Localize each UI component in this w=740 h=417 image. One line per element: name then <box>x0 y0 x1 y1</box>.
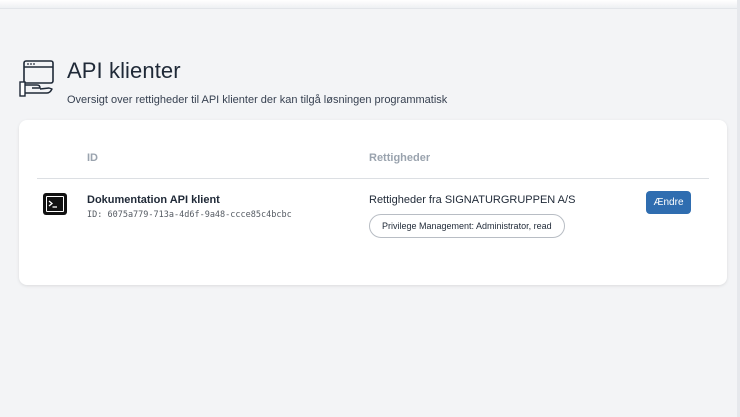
rights-text: Rettigheder fra SIGNATURGRUPPEN A/S <box>369 194 576 206</box>
column-header-rights: Rettigheder <box>369 152 431 164</box>
page-title: API klienter <box>67 58 181 83</box>
edit-button[interactable]: Ændre <box>646 191 691 214</box>
api-window-hand-icon <box>19 58 55 98</box>
column-header-id: ID <box>87 152 98 164</box>
terminal-icon <box>43 193 67 215</box>
privilege-badge: Privilege Management: Administrator, rea… <box>369 214 565 238</box>
client-id: ID: 6075a779-713a-4d6f-9a48-ccce85c4bcbc <box>87 210 292 220</box>
page-subtitle: Oversigt over rettigheder til API klient… <box>67 94 448 106</box>
api-clients-table: ID Rettigheder Dokumentation API klient … <box>19 120 727 285</box>
top-bar-edge <box>0 0 740 9</box>
table-header-divider <box>37 178 709 179</box>
client-name: Dokumentation API klient <box>87 194 220 206</box>
